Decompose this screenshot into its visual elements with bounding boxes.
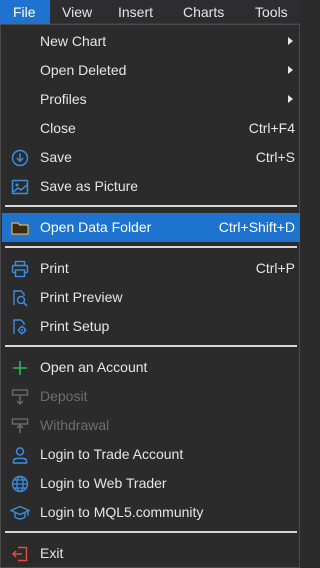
menu-item-label: Login to Web Trader (40, 475, 167, 491)
menu-bar: File View Insert Charts Tools (0, 0, 300, 24)
submenu-arrow-icon (288, 37, 293, 45)
menu-item-open-deleted[interactable]: Open Deleted (2, 56, 300, 85)
menu-item-label: Open Deleted (40, 62, 127, 78)
picture-icon (10, 177, 30, 197)
menu-item-login-mql5[interactable]: Login to MQL5.community (2, 498, 300, 527)
menu-item-login-trade-account[interactable]: Login to Trade Account (2, 440, 300, 469)
menu-item-save-as-picture[interactable]: Save as Picture (2, 172, 300, 201)
menu-item-save[interactable]: Save Ctrl+S (2, 143, 300, 172)
menu-item-label: Print Preview (40, 289, 123, 305)
menu-item-label: Login to MQL5.community (40, 504, 204, 520)
shortcut-label: Ctrl+Shift+D (218, 219, 295, 235)
menu-view[interactable]: View (50, 0, 106, 24)
menu-item-deposit[interactable]: Deposit (2, 382, 300, 411)
menu-item-print-preview[interactable]: Print Preview (2, 283, 300, 312)
menu-item-new-chart[interactable]: New Chart (2, 27, 300, 56)
menu-item-login-web-trader[interactable]: Login to Web Trader (2, 469, 300, 498)
menu-item-label: Deposit (40, 388, 88, 404)
menu-item-label: Save (40, 149, 72, 165)
menu-insert[interactable]: Insert (106, 0, 170, 24)
menu-item-profiles[interactable]: Profiles (2, 85, 300, 114)
menu-item-label: Open Data Folder (40, 219, 152, 235)
folder-icon (10, 218, 30, 238)
deposit-icon (10, 387, 30, 407)
menu-charts[interactable]: Charts (170, 0, 243, 24)
menu-item-label: Open an Account (40, 359, 148, 375)
menu-item-label: Exit (40, 545, 64, 561)
graduation-cap-icon (10, 503, 30, 523)
menu-separator (5, 345, 297, 347)
menu-item-label: Print (40, 260, 69, 276)
menu-item-label: Profiles (40, 91, 87, 107)
menu-item-print[interactable]: Print Ctrl+P (2, 254, 300, 283)
user-icon (10, 445, 30, 465)
menu-item-label: Print Setup (40, 318, 110, 334)
shortcut-label: Ctrl+F4 (248, 120, 295, 136)
menu-separator (5, 205, 297, 207)
printer-icon (10, 259, 30, 279)
menu-item-label: New Chart (40, 33, 107, 49)
menu-file[interactable]: File (0, 0, 50, 24)
menu-item-open-data-folder[interactable]: Open Data Folder Ctrl+Shift+D (2, 213, 300, 242)
shortcut-label: Ctrl+S (255, 149, 295, 165)
menu-tools[interactable]: Tools (243, 0, 300, 24)
submenu-arrow-icon (288, 95, 293, 103)
exit-icon (10, 544, 30, 564)
print-setup-icon (10, 317, 30, 337)
menu-item-open-account[interactable]: Open an Account (2, 353, 300, 382)
menu-separator (5, 246, 297, 248)
menu-item-print-setup[interactable]: Print Setup (2, 312, 300, 341)
withdrawal-icon (10, 416, 30, 436)
shortcut-label: Ctrl+P (255, 260, 295, 276)
globe-icon (10, 474, 30, 494)
menu-item-label: Login to Trade Account (40, 446, 184, 462)
menu-item-label: Save as Picture (40, 178, 139, 194)
submenu-arrow-icon (288, 66, 293, 74)
menu-item-withdrawal[interactable]: Withdrawal (2, 411, 300, 440)
file-menu-dropdown: New Chart Open Deleted Profiles Close Ct… (0, 24, 300, 568)
plus-icon (10, 358, 30, 378)
menu-item-close[interactable]: Close Ctrl+F4 (2, 114, 300, 143)
menu-separator (5, 531, 297, 533)
print-preview-icon (10, 288, 30, 308)
menu-item-label: Withdrawal (40, 417, 110, 433)
menu-item-label: Close (40, 120, 76, 136)
save-icon (10, 148, 30, 168)
menu-item-exit[interactable]: Exit (2, 539, 300, 568)
